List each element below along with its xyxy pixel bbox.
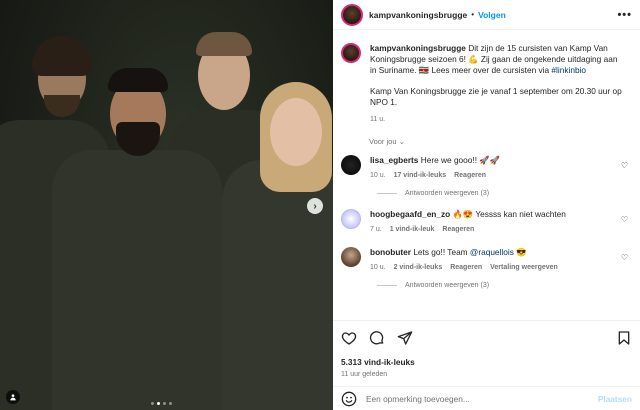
comment-item: bonobuter Lets go!! Team @raquellois 😎 1… (341, 247, 632, 273)
user-tag-icon[interactable] (6, 390, 20, 404)
replies-line (377, 285, 397, 286)
comment-time: 10 u. (370, 172, 386, 179)
post-comment-button[interactable]: Plaatsen (598, 394, 632, 404)
comment-item: lisa_egberts Here we gooo!! 🚀🚀 10 u. 17 … (341, 155, 632, 181)
comments-section[interactable]: kampvankoningsbrugge Dit zijn de 15 curs… (333, 31, 640, 319)
comment-likes[interactable]: 1 vind-ik-leuk (390, 224, 435, 235)
comment-time: 10 u. (370, 264, 386, 271)
view-replies-button[interactable]: Antwoorden weergeven (3) (377, 190, 632, 197)
author-avatar[interactable] (341, 3, 363, 26)
caption-username[interactable]: kampvankoningsbrugge (370, 43, 466, 53)
caption-time: 11 u. (370, 116, 386, 123)
caption-broadcast-text: Kamp Van Koningsbrugge zie je vanaf 1 se… (370, 86, 622, 107)
comment-text: Here we gooo!! 🚀🚀 (418, 155, 500, 165)
comment-time: 7 u. (370, 226, 382, 233)
comment-username[interactable]: lisa_egberts (370, 155, 418, 165)
comment-heart-icon[interactable]: ♡ (621, 215, 628, 224)
comment-heart-icon[interactable]: ♡ (621, 253, 628, 262)
post-photo[interactable]: › (0, 0, 333, 410)
comment-likes[interactable]: 2 vind-ik-leuks (394, 262, 443, 273)
replies-line (377, 193, 397, 194)
commenter-avatar[interactable] (341, 155, 361, 175)
comment-meta: 7 u. 1 vind-ik-leuk Reageren (370, 224, 610, 235)
post-header: kampvankoningsbrugge • Volgen ••• (333, 0, 640, 30)
like-count[interactable]: 5.313 vind-ik-leuks (341, 357, 632, 367)
bookmark-icon[interactable] (616, 330, 632, 346)
comment-likes[interactable]: 17 vind-ik-leuks (394, 170, 447, 181)
emoji-icon[interactable] (341, 391, 357, 407)
view-replies-label: Antwoorden weergeven (3) (405, 190, 490, 197)
caption-avatar[interactable] (341, 43, 361, 63)
post-detail-panel: kampvankoningsbrugge • Volgen ••• kampva… (333, 0, 640, 410)
more-options-icon[interactable]: ••• (617, 9, 632, 21)
comment-body: bonobuter Lets go!! Team @raquellois 😎 1… (370, 247, 610, 273)
post-actions: 5.313 vind-ik-leuks 11 uur geleden (333, 320, 640, 378)
carousel-dot (157, 402, 160, 405)
carousel-dot (151, 402, 154, 405)
author-username[interactable]: kampvankoningsbrugge (369, 10, 467, 20)
reply-button[interactable]: Reageren (450, 262, 482, 273)
carousel-dots (151, 402, 172, 405)
comment-meta: 10 u. 17 vind-ik-leuks Reageren (370, 170, 610, 181)
comment-body: hoogbegaafd_en_zo 🔥😍 Yessss kan niet wac… (370, 209, 610, 235)
next-slide-button[interactable]: › (307, 198, 323, 214)
reply-button[interactable]: Reageren (454, 170, 486, 181)
post-time: 11 uur geleden (341, 371, 388, 378)
mention-link[interactable]: @raquellois (470, 247, 514, 257)
translate-button[interactable]: Vertaling weergeven (490, 262, 558, 273)
translation-label: Voor jou (369, 137, 397, 146)
action-icons (341, 329, 632, 347)
commenter-avatar[interactable] (341, 209, 361, 229)
linkinbio-hashtag[interactable]: #linkinbio (551, 65, 586, 75)
commenter-avatar[interactable] (341, 247, 361, 267)
carousel-dot (163, 402, 166, 405)
comment-item: hoogbegaafd_en_zo 🔥😍 Yessss kan niet wac… (341, 209, 632, 235)
share-icon[interactable] (397, 330, 413, 346)
caption: kampvankoningsbrugge Dit zijn de 15 curs… (341, 43, 632, 125)
comment-username[interactable]: bonobuter (370, 247, 411, 257)
follow-button[interactable]: Volgen (478, 10, 506, 20)
comment-input[interactable] (366, 393, 598, 404)
separator-dot: • (471, 10, 475, 19)
reply-button[interactable]: Reageren (442, 224, 474, 235)
comment-icon[interactable] (369, 330, 385, 346)
heart-icon[interactable] (341, 330, 357, 346)
view-replies-label: Antwoorden weergeven (3) (405, 282, 490, 289)
carousel-dot (169, 402, 172, 405)
view-replies-button[interactable]: Antwoorden weergeven (3) (377, 282, 632, 289)
caption-body: kampvankoningsbrugge Dit zijn de 15 curs… (370, 43, 625, 125)
comment-meta: 10 u. 2 vind-ik-leuks Reageren Vertaling… (370, 262, 610, 273)
translation-toggle[interactable]: Voor jou ⌄ (369, 137, 632, 146)
comment-text: Lets go!! Team (411, 247, 470, 257)
comment-body: lisa_egberts Here we gooo!! 🚀🚀 10 u. 17 … (370, 155, 610, 181)
comment-text-end: 😎 (513, 247, 527, 257)
comment-composer: Plaatsen (333, 386, 640, 410)
comment-heart-icon[interactable]: ♡ (621, 161, 628, 170)
comment-text: 🔥😍 Yessss kan niet wachten (450, 209, 566, 219)
chevron-down-icon: ⌄ (398, 137, 405, 146)
comment-username[interactable]: hoogbegaafd_en_zo (370, 209, 450, 219)
